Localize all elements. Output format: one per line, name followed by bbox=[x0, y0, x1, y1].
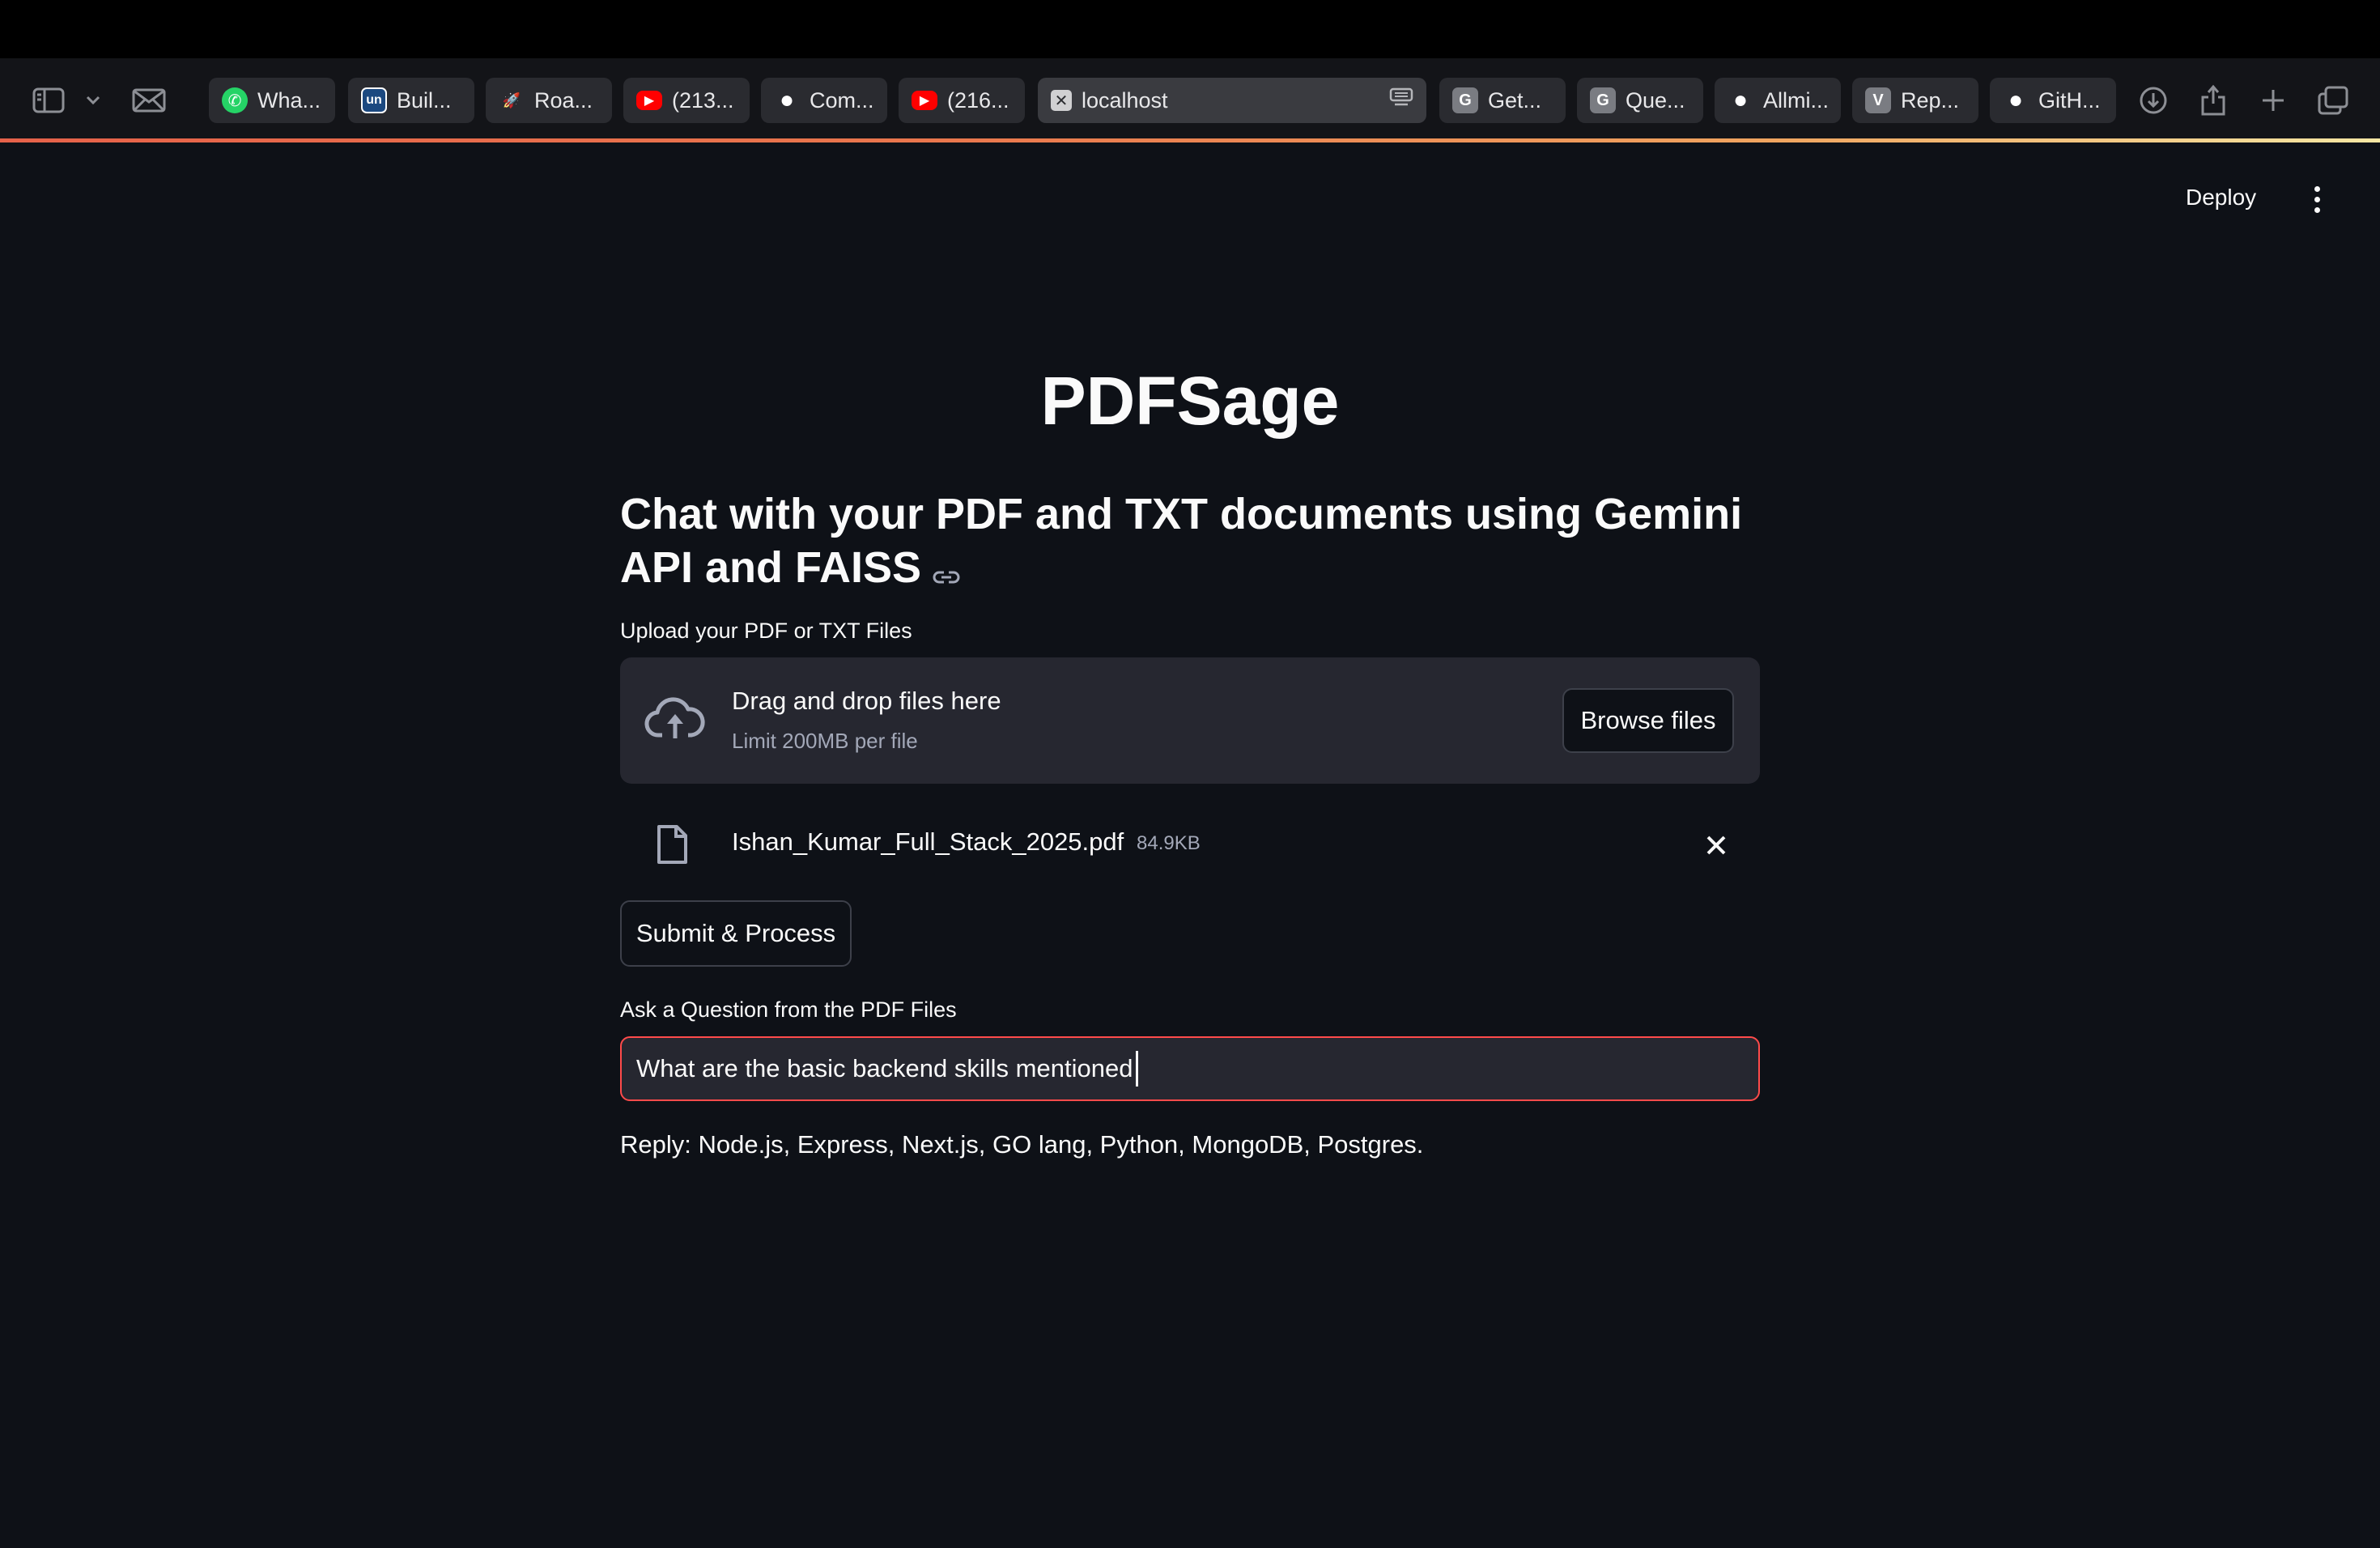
question-label: Ask a Question from the PDF Files bbox=[620, 997, 957, 1022]
browser-tab-label: Buil... bbox=[397, 87, 452, 113]
browser-tab-label: GitH... bbox=[2038, 87, 2101, 113]
browser-tab[interactable]: V Rep... bbox=[1852, 78, 1978, 123]
browser-tab-label: Wha... bbox=[257, 87, 321, 113]
browser-tab[interactable]: un Buil... bbox=[348, 78, 474, 123]
browser-tab-label: Allmi... bbox=[1763, 87, 1829, 113]
browser-tab-label: Get... bbox=[1488, 87, 1542, 113]
browser-tab[interactable]: ▶ (213... bbox=[623, 78, 750, 123]
browser-tab-label: Roa... bbox=[534, 87, 593, 113]
main-menu-icon[interactable] bbox=[2310, 186, 2323, 214]
browser-tab[interactable]: ● Allmi... bbox=[1715, 78, 1841, 123]
github-icon: ● bbox=[1732, 87, 1749, 113]
whatsapp-icon: ✆ bbox=[222, 87, 248, 113]
reader-mode-icon[interactable] bbox=[1389, 87, 1413, 114]
chevron-down-icon[interactable] bbox=[73, 78, 113, 123]
browser-tab[interactable]: G Que... bbox=[1577, 78, 1703, 123]
browser-tab-label: localhost bbox=[1082, 87, 1168, 113]
submit-process-button[interactable]: Submit & Process bbox=[620, 900, 852, 967]
screen-top-bar bbox=[0, 0, 2380, 58]
mail-icon[interactable] bbox=[126, 78, 172, 123]
browse-files-button[interactable]: Browse files bbox=[1562, 688, 1734, 753]
g-icon: G bbox=[1452, 87, 1478, 113]
file-icon bbox=[656, 824, 688, 869]
uploaded-file-row: Ishan_Kumar_Full_Stack_2025.pdf 84.9KB bbox=[620, 811, 1760, 879]
browser-tab-label: Com... bbox=[810, 87, 874, 113]
dropzone-limit: Limit 200MB per file bbox=[732, 729, 918, 753]
browser-tab[interactable]: 🚀 Roa... bbox=[486, 78, 612, 123]
remove-file-icon[interactable] bbox=[1703, 832, 1729, 858]
cloud-upload-icon bbox=[644, 695, 706, 747]
browser-tab-bar: ✆ Wha... un Buil... 🚀 Roa... ▶ (213... ● Com... ▶ (… bbox=[0, 58, 2380, 142]
reply-text: Reply: Node.js, Express, Next.js, GO lan… bbox=[620, 1130, 1424, 1159]
browser-tab-label: Rep... bbox=[1901, 87, 1960, 113]
subtitle-text: Chat with your PDF and TXT documents usi… bbox=[620, 490, 1743, 592]
rocket-icon: 🚀 bbox=[502, 91, 521, 108]
question-input[interactable] bbox=[620, 1036, 1760, 1101]
github-icon: ● bbox=[779, 87, 795, 113]
deploy-button[interactable]: Deploy bbox=[2186, 185, 2256, 211]
browser-tab[interactable]: G Get... bbox=[1439, 78, 1566, 123]
download-icon[interactable] bbox=[2131, 78, 2176, 123]
browser-tab-label: (216... bbox=[947, 87, 1009, 113]
text-caret bbox=[1136, 1051, 1138, 1087]
share-icon[interactable] bbox=[2191, 78, 2236, 123]
page-title: PDFSage bbox=[1040, 363, 1340, 439]
youtube-icon: ▶ bbox=[912, 91, 937, 110]
anchor-link-icon[interactable] bbox=[933, 544, 960, 598]
browser-tab-label: Que... bbox=[1626, 87, 1685, 113]
file-size: 84.9KB bbox=[1137, 832, 1201, 854]
g-icon: G bbox=[1590, 87, 1616, 113]
browser-tab[interactable]: ● GitH... bbox=[1990, 78, 2116, 123]
browser-tab[interactable]: ✆ Wha... bbox=[209, 78, 335, 123]
main-content: PDFSage Chat with your PDF and TXT docum… bbox=[620, 340, 1760, 1159]
loading-accent-bar bbox=[0, 138, 2380, 142]
v-icon: V bbox=[1865, 87, 1891, 113]
unstop-icon: un bbox=[361, 87, 387, 113]
browser-tab[interactable]: ● Com... bbox=[761, 78, 887, 123]
file-dropzone[interactable]: Drag and drop files here Limit 200MB per… bbox=[620, 657, 1760, 784]
upload-label: Upload your PDF or TXT Files bbox=[620, 619, 912, 643]
browser-tab[interactable]: ✕ localhost bbox=[1038, 78, 1426, 123]
new-tab-icon[interactable] bbox=[2250, 78, 2296, 123]
youtube-icon: ▶ bbox=[636, 91, 662, 110]
sidebar-toggle-icon[interactable] bbox=[26, 78, 71, 123]
close-icon: ✕ bbox=[1051, 90, 1072, 111]
browser-tab[interactable]: ▶ (216... bbox=[899, 78, 1025, 123]
file-name: Ishan_Kumar_Full_Stack_2025.pdf bbox=[732, 827, 1124, 856]
github-icon: ● bbox=[2008, 87, 2024, 113]
dropzone-instruction: Drag and drop files here bbox=[732, 687, 1001, 715]
tab-overview-icon[interactable] bbox=[2310, 78, 2356, 123]
page-subtitle: Chat with your PDF and TXT documents usi… bbox=[620, 487, 1760, 598]
browser-tab-label: (213... bbox=[672, 87, 734, 113]
